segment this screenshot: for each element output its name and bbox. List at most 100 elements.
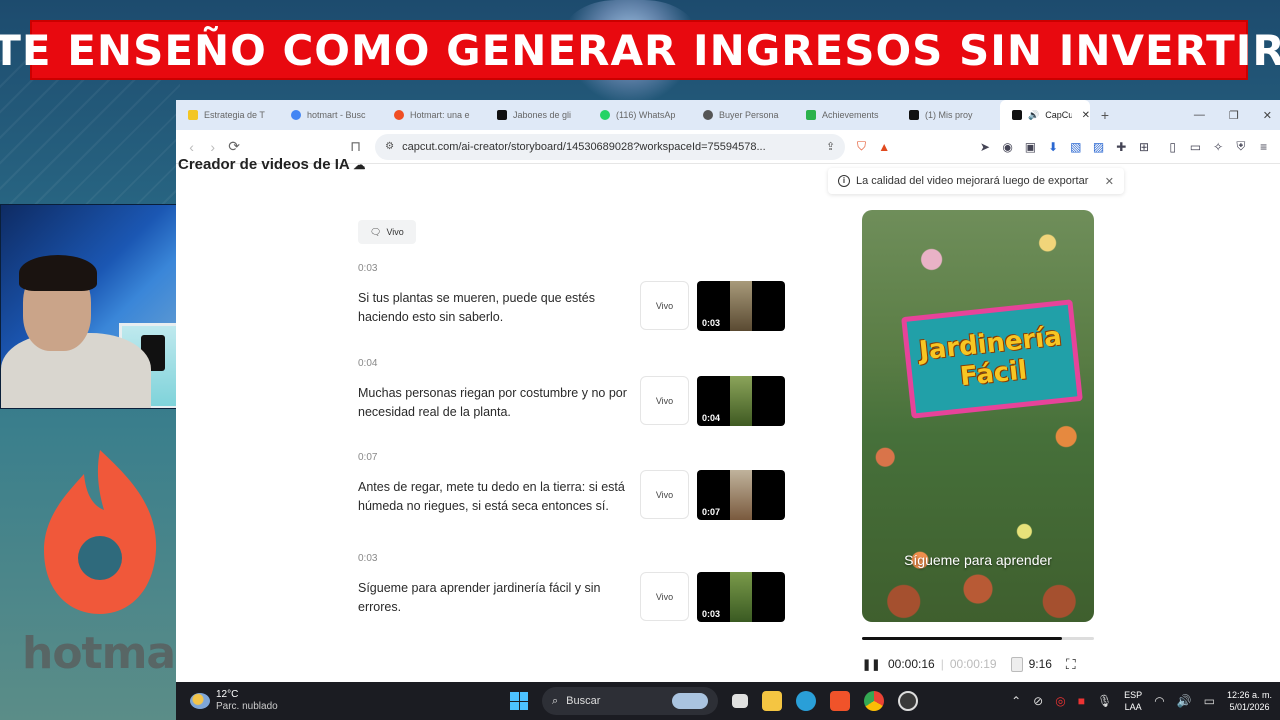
scene-time: 0:04	[358, 358, 378, 369]
minimize-icon[interactable]: —	[1194, 109, 1205, 121]
chevron-up-icon[interactable]: ⌃	[1011, 694, 1021, 708]
brave-shield-icon[interactable]: ⛉	[855, 139, 868, 154]
brave-rewards-icon[interactable]: ▲	[878, 140, 891, 154]
close-toast-icon[interactable]: ✕	[1105, 175, 1114, 188]
pause-icon[interactable]: ❚❚	[862, 658, 880, 671]
export-quality-toast: i La calidad del video mejorará luego de…	[828, 168, 1124, 194]
site-info-icon[interactable]: ⚙	[385, 141, 394, 152]
share-icon[interactable]: ⇪	[826, 140, 835, 153]
video-preview[interactable]: Jardinería Fácil Sígueme para aprender	[862, 210, 1094, 622]
tab-whatsapp[interactable]: (116) WhatsAp	[588, 100, 691, 130]
cloud-icon[interactable]: ☁	[353, 158, 365, 172]
tab-capcut[interactable]: 🔊 CapCut ✕	[1000, 100, 1090, 130]
globe-icon	[703, 110, 713, 120]
tab-title: hotmart - Busc	[307, 110, 366, 120]
bookmark-icon[interactable]: ⊓	[350, 138, 361, 155]
screenshot-extension-icon[interactable]: ▣	[1024, 140, 1037, 154]
close-window-icon[interactable]: ✕	[1263, 109, 1272, 122]
language-indicator[interactable]: ESP LAA	[1124, 689, 1142, 713]
scene-script[interactable]: Antes de regar, mete tu dedo en la tierr…	[358, 478, 634, 516]
whatsapp-icon	[600, 110, 610, 120]
extension-icon[interactable]: ◉	[1001, 140, 1014, 154]
tab-estrategia[interactable]: Estrategia de T	[176, 100, 279, 130]
vpn-icon[interactable]: ⛨	[1235, 139, 1248, 154]
menu-icon[interactable]: ≡	[1257, 140, 1270, 154]
scene-script[interactable]: Sígueme para aprender jardinería fácil y…	[358, 579, 634, 617]
file-explorer-icon[interactable]	[762, 691, 782, 711]
scene-voice-button[interactable]: Vivo	[640, 376, 689, 425]
scene-script[interactable]: Si tus plantas se mueren, puede que esté…	[358, 289, 634, 327]
url-field[interactable]: ⚙ capcut.com/ai-creator/storyboard/14530…	[375, 133, 846, 160]
voice-label: Vivo	[386, 227, 404, 237]
microphone-icon[interactable]: 🎙	[1097, 694, 1112, 708]
new-tab-button[interactable]: +	[1090, 107, 1120, 123]
search-icon: ⌕	[552, 694, 559, 707]
page-title-text: Creador de videos de IA	[178, 156, 350, 173]
media-icon[interactable]: ⊞	[1138, 140, 1151, 154]
search-placeholder: Buscar	[566, 695, 601, 707]
download-extension-icon[interactable]: ⬇	[1047, 140, 1060, 154]
puzzle-icon[interactable]: ✚	[1115, 140, 1128, 154]
scene-thumbnail[interactable]: 0:03	[697, 281, 785, 331]
total-time: 00:00:19	[949, 657, 997, 671]
tab-hotmart[interactable]: Hotmart: una e	[382, 100, 485, 130]
leo-ai-icon[interactable]: ✧	[1212, 140, 1225, 154]
weather-widget[interactable]: 12°C Parc. nublado	[190, 689, 278, 713]
capcut-icon	[1012, 110, 1022, 120]
scene-voice-button[interactable]: Vivo	[640, 572, 689, 621]
time-separator: |	[940, 657, 944, 671]
tab-hotmart-search[interactable]: hotmart - Busc	[279, 100, 382, 130]
chrome-icon[interactable]	[864, 691, 884, 711]
sidebar-icon[interactable]: ▯	[1166, 140, 1179, 154]
tab-jabones[interactable]: Jabones de gli	[485, 100, 588, 130]
capture-extension-icon[interactable]: ▧	[1069, 140, 1082, 154]
scene-script[interactable]: Muchas personas riegan por costumbre y n…	[358, 384, 634, 422]
tab-title: Hotmart: una e	[410, 110, 470, 120]
wifi-icon[interactable]: ◠	[1154, 694, 1164, 708]
scene-voice-button[interactable]: Vivo	[640, 470, 689, 519]
window-controls: — ❐ ✕	[1194, 100, 1272, 130]
cursor-extension-icon[interactable]: ➤	[979, 140, 992, 154]
close-tab-icon[interactable]: ✕	[1082, 110, 1090, 121]
aspect-ratio-icon[interactable]	[1010, 656, 1023, 672]
clock-time: 12:26 a. m.	[1226, 690, 1272, 700]
reload-icon[interactable]: ⟳	[228, 138, 240, 155]
playback-progress[interactable]	[862, 637, 1094, 640]
battery-icon[interactable]: ▭	[1204, 694, 1215, 708]
taskbar-search[interactable]: ⌕ Buscar	[542, 687, 718, 715]
camera-off-icon[interactable]: ⊘	[1033, 694, 1043, 708]
edit-extension-icon[interactable]: ▨	[1092, 140, 1105, 154]
restore-icon[interactable]: ❐	[1229, 109, 1239, 122]
browser-window: Estrategia de T hotmart - Busc Hotmart: …	[176, 100, 1280, 682]
record-icon[interactable]: ■	[1078, 694, 1085, 708]
obs-icon[interactable]	[898, 691, 918, 711]
windows-start-icon[interactable]	[510, 692, 528, 710]
clock[interactable]: 12:26 a. m. 5/01/2026	[1227, 689, 1272, 713]
tab-achievements[interactable]: Achievements	[794, 100, 897, 130]
scene-thumbnail[interactable]: 0:07	[697, 470, 785, 520]
voice-selector[interactable]: 🗨 Vivo	[358, 220, 416, 244]
tab-title: (1) Mis proy	[925, 110, 973, 120]
preview-sign: Jardinería Fácil	[901, 299, 1083, 419]
brave-icon[interactable]	[830, 691, 850, 711]
tab-buyer-persona[interactable]: Buyer Persona	[691, 100, 794, 130]
google-icon	[291, 110, 301, 120]
fullscreen-icon[interactable]: ⛶	[1066, 656, 1076, 673]
scene-voice-button[interactable]: Vivo	[640, 281, 689, 330]
aspect-ratio[interactable]: 9:16	[1029, 657, 1052, 671]
task-view-icon[interactable]	[732, 694, 748, 708]
back-icon[interactable]: ‹	[186, 139, 197, 155]
forward-icon[interactable]: ›	[207, 139, 218, 155]
scene-thumbnail[interactable]: 0:03	[697, 572, 785, 622]
scene-thumbnail[interactable]: 0:04	[697, 376, 785, 426]
temperature: 12°C	[216, 689, 239, 700]
wallet-icon[interactable]: ▭	[1189, 140, 1202, 154]
tab-title: (116) WhatsAp	[616, 110, 676, 120]
tab-bar: Estrategia de T hotmart - Busc Hotmart: …	[176, 100, 1280, 130]
scene-duration: 0:03	[702, 318, 721, 328]
speaker-icon: 🔊	[1028, 109, 1040, 120]
edge-icon[interactable]	[796, 691, 816, 711]
volume-icon[interactable]: 🔊	[1177, 694, 1192, 708]
tab-mis-proyectos[interactable]: (1) Mis proy	[897, 100, 1000, 130]
opera-icon[interactable]: ◎	[1055, 694, 1065, 708]
